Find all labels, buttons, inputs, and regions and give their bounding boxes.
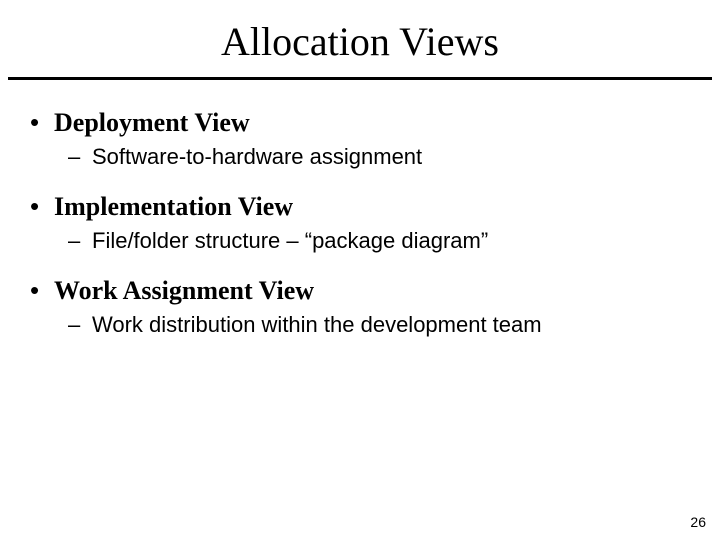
bullet-dash-icon: – <box>68 312 92 338</box>
bullet-dot-icon: • <box>30 193 54 219</box>
bullet-level1-text: Deployment View <box>54 108 250 138</box>
bullet-dash-icon: – <box>68 228 92 254</box>
bullet-level2: – Software-to-hardware assignment <box>68 144 690 170</box>
bullet-level1-text: Implementation View <box>54 192 293 222</box>
slide-title: Allocation Views <box>0 0 720 77</box>
page-number: 26 <box>690 514 706 530</box>
bullet-level1: • Implementation View <box>30 192 690 222</box>
slide: Allocation Views • Deployment View – Sof… <box>0 0 720 540</box>
bullet-level1: • Work Assignment View <box>30 276 690 306</box>
bullet-level2: – Work distribution within the developme… <box>68 312 690 338</box>
bullet-dot-icon: • <box>30 109 54 135</box>
bullet-level1: • Deployment View <box>30 108 690 138</box>
bullet-dot-icon: • <box>30 277 54 303</box>
bullet-level2-text: File/folder structure – “package diagram… <box>92 228 488 254</box>
bullet-level2: – File/folder structure – “package diagr… <box>68 228 690 254</box>
slide-content: • Deployment View – Software-to-hardware… <box>0 80 720 338</box>
bullet-level2-text: Work distribution within the development… <box>92 312 542 338</box>
bullet-level1-text: Work Assignment View <box>54 276 314 306</box>
bullet-dash-icon: – <box>68 144 92 170</box>
bullet-level2-text: Software-to-hardware assignment <box>92 144 422 170</box>
